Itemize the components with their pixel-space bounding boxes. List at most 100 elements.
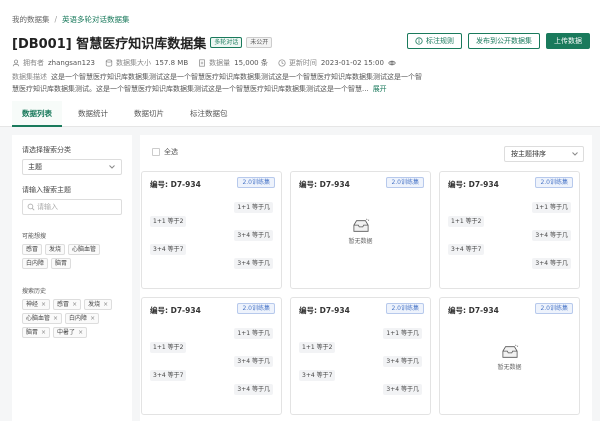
card-id: 编号: D7-934 xyxy=(448,306,499,315)
tab-annotation-packages[interactable]: 标注数据包 xyxy=(180,101,238,127)
empty-state: 暂无数据 xyxy=(291,218,430,245)
history-chip-label: 中暑了 xyxy=(57,328,76,336)
list-toolbar: 全选 按主题排序 xyxy=(140,135,592,165)
search-sidebar: 请选择搜索分类 主题 请输入搜索主题 请输入 可能想搜 感冒 发烧 心脑血管 白… xyxy=(12,135,132,421)
upload-button[interactable]: 上传数据 xyxy=(546,33,590,49)
close-icon[interactable]: × xyxy=(41,329,46,337)
database-icon xyxy=(105,59,113,67)
bot-message: 3+4 等于7 xyxy=(150,370,187,381)
data-card[interactable]: 编号: D7-934 2.0训练集 暂无数据 xyxy=(290,171,431,289)
empty-state-text: 暂无数据 xyxy=(497,364,522,371)
updated-meta: 更新时间 2023-01-02 15:00 xyxy=(278,58,399,68)
publish-button[interactable]: 发布到公开数据集 xyxy=(468,33,540,49)
card-id: 编号: D7-934 xyxy=(299,180,350,189)
card-badge: 2.0训练集 xyxy=(237,303,275,314)
topic-search-placeholder: 请输入 xyxy=(37,203,58,211)
data-card[interactable]: 编号: D7-934 2.0训练集 1+1 等于几 1+1 等于2 3+4 等于… xyxy=(290,297,431,415)
count-value: 15,000 条 xyxy=(234,59,268,67)
updated-value: 2023-01-02 15:00 xyxy=(320,59,384,67)
history-label: 搜索历史 xyxy=(22,288,47,295)
rules-button[interactable]: 标注规则 xyxy=(407,33,462,49)
history-chip[interactable]: 心脑血管 × xyxy=(22,313,63,324)
size-label: 数据集大小 xyxy=(116,59,152,67)
page-title: [DB001] 智慧医疗知识库数据集 xyxy=(12,37,207,52)
history-chip-label: 白内障 xyxy=(69,314,88,322)
history-chip[interactable]: 发烧 × xyxy=(84,299,113,310)
tab-data-slices[interactable]: 数据切片 xyxy=(124,101,174,127)
history-chip[interactable]: 感冒 × xyxy=(53,299,82,310)
history-chip[interactable]: 神经 × xyxy=(22,299,51,310)
data-card[interactable]: 编号: D7-934 2.0训练集 1+1 等于几 1+1 等于2 3+4 等于… xyxy=(141,171,282,289)
close-icon[interactable]: × xyxy=(41,301,46,309)
eye-icon[interactable] xyxy=(388,59,396,67)
close-icon[interactable]: × xyxy=(53,315,58,323)
breadcrumb-root[interactable]: 我的数据集 xyxy=(12,15,50,24)
close-icon[interactable]: × xyxy=(78,329,83,337)
upload-button-label: 上传数据 xyxy=(554,37,582,45)
close-icon[interactable]: × xyxy=(90,315,95,323)
card-badge: 2.0训练集 xyxy=(535,303,573,314)
bot-message: 1+1 等于2 xyxy=(150,342,187,353)
sort-select[interactable]: 按主题排序 xyxy=(504,146,584,162)
data-list-panel: 全选 按主题排序 编号: D7-934 2.0训练集 1+1 等于几 1+1 等… xyxy=(140,135,592,421)
history-chip-label: 脑胃 xyxy=(26,328,39,336)
user-message: 1+1 等于几 xyxy=(383,328,422,339)
header-actions: 标注规则 发布到公开数据集 上传数据 xyxy=(401,33,590,49)
close-icon[interactable]: × xyxy=(103,301,108,309)
category-select[interactable]: 主题 xyxy=(22,159,122,175)
checkbox-box[interactable] xyxy=(152,148,160,156)
topic-label: 请输入搜索主题 xyxy=(22,186,71,194)
search-icon xyxy=(27,203,35,211)
history-chip-label: 心脑血管 xyxy=(26,314,51,322)
user-message: 3+4 等于几 xyxy=(234,356,273,367)
data-card[interactable]: 编号: D7-934 2.0训练集 暂无数据 xyxy=(439,297,580,415)
type-tag: 多轮对话 xyxy=(210,37,243,48)
history-chip-label: 感冒 xyxy=(57,300,70,308)
description-label: 数据集描述 xyxy=(12,73,47,81)
user-message: 1+1 等于几 xyxy=(234,202,273,213)
history-chip[interactable]: 中暑了 × xyxy=(53,327,88,338)
bot-message: 1+1 等于2 xyxy=(150,216,187,227)
card-id: 编号: D7-934 xyxy=(150,180,201,189)
category-label: 请选择搜索分类 xyxy=(22,146,71,154)
card-badge: 2.0训练集 xyxy=(386,177,424,188)
size-meta: 数据集大小 157.8 MB xyxy=(105,58,188,68)
bot-message: 3+4 等于7 xyxy=(299,370,336,381)
topic-search-input[interactable]: 请输入 xyxy=(22,199,122,215)
description-text: 这是一个智慧医疗知识库数据集测试这是一个智慧医疗知识库数据集测试这是一个智慧医疗… xyxy=(12,73,422,93)
history-chip[interactable]: 脑胃 × xyxy=(22,327,51,338)
empty-box-icon xyxy=(352,218,369,232)
count-meta: 数据量 15,000 条 xyxy=(198,58,268,68)
chevron-down-icon xyxy=(109,165,115,169)
user-message: 3+4 等于几 xyxy=(383,356,422,367)
suggest-chip[interactable]: 心脑血管 xyxy=(68,244,101,255)
suggest-chips: 感冒 发烧 心脑血管 白内障 脑胃 xyxy=(22,244,122,272)
select-all-checkbox[interactable]: 全选 xyxy=(152,147,178,157)
info-icon xyxy=(415,37,423,45)
data-card[interactable]: 编号: D7-934 2.0训练集 1+1 等于几 1+1 等于2 3+4 等于… xyxy=(439,171,580,289)
expand-link[interactable]: 展开 xyxy=(373,85,387,93)
card-id: 编号: D7-934 xyxy=(150,306,201,315)
tab-data-stats[interactable]: 数据统计 xyxy=(68,101,118,127)
bot-message: 3+4 等于7 xyxy=(150,244,187,255)
close-icon[interactable]: × xyxy=(72,301,77,309)
data-card[interactable]: 编号: D7-934 2.0训练集 1+1 等于几 1+1 等于2 3+4 等于… xyxy=(141,297,282,415)
suggest-chip[interactable]: 感冒 xyxy=(22,244,43,255)
suggest-chip[interactable]: 脑胃 xyxy=(51,258,72,269)
content-area: 请选择搜索分类 主题 请输入搜索主题 请输入 可能想搜 感冒 发烧 心脑血管 白… xyxy=(0,127,600,421)
count-label: 数据量 xyxy=(209,59,231,67)
user-message: 3+4 等于几 xyxy=(383,384,422,395)
suggest-chip[interactable]: 白内障 xyxy=(22,258,49,269)
category-select-value: 主题 xyxy=(28,163,42,171)
card-badge: 2.0训练集 xyxy=(535,177,573,188)
user-message: 3+4 等于几 xyxy=(234,230,273,241)
page-header: 我的数据集 / 英语多轮对话数据集 [DB001] 智慧医疗知识库数据集 多轮对话 … xyxy=(0,0,600,100)
tab-data-list[interactable]: 数据列表 xyxy=(12,101,62,127)
card-badge: 2.0训练集 xyxy=(386,303,424,314)
history-chip[interactable]: 白内障 × xyxy=(65,313,100,324)
tab-bar: 数据列表 数据统计 数据切片 标注数据包 xyxy=(0,101,600,127)
suggest-chip[interactable]: 发烧 xyxy=(45,244,66,255)
visibility-tag: 未公开 xyxy=(246,37,273,48)
breadcrumb: 我的数据集 / 英语多轮对话数据集 xyxy=(12,14,130,25)
bot-message: 1+1 等于2 xyxy=(448,216,485,227)
